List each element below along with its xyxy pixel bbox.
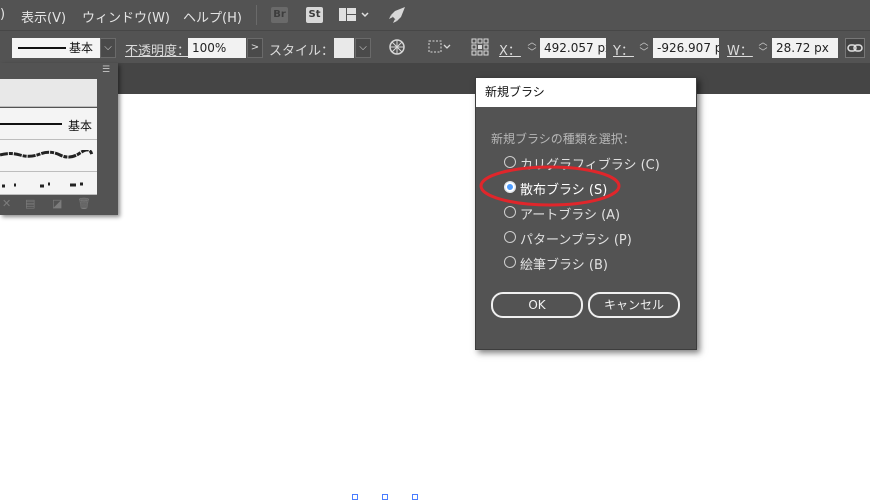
w-stepper-icon[interactable]: ︿ ﹀ [756,38,770,58]
recolor-globe-icon[interactable] [388,38,406,59]
bridge-icon[interactable]: Br [271,7,288,23]
opacity-label[interactable]: 不透明度： [125,40,190,59]
document-tab-strip [0,63,870,94]
menu-item-partial[interactable]: ) [0,7,5,22]
x-label: X： [499,44,521,59]
basic-stroke-preview [0,123,62,125]
selection-handle[interactable] [352,494,358,500]
remove-stroke-icon[interactable]: ✕ [2,197,11,210]
style-label: スタイル： [269,44,335,59]
w-input[interactable]: 28.72 px [772,38,838,58]
constrain-proportions-button[interactable] [845,38,865,58]
new-brush-icon[interactable]: ◪ [52,197,62,210]
style-dropdown[interactable]: ⌵ [355,38,371,58]
select-similar-icon[interactable] [428,40,452,57]
menu-item-help[interactable]: ヘルプ(H) [183,7,242,26]
radio-label: パターンブラシ (P) [520,233,632,248]
reference-point-icon[interactable] [471,38,489,59]
brush-row-basic[interactable]: 基本 [0,108,97,140]
new-brush-dialog: 新規ブラシ 新規ブラシの種類を選択： カリグラフィブラシ (C) 散布ブラシ (… [475,77,697,350]
highlight-ellipse-annotation [479,165,621,207]
cancel-button[interactable]: キャンセル [588,292,680,318]
radio-button[interactable] [504,256,516,268]
brushes-panel: ☰ 基本 ✕ ▤ ◪ 🗑 [0,63,118,215]
dialog-title: 新規ブラシ [476,78,696,107]
charcoal-stroke-preview [0,150,94,159]
chevron-down-icon: ⌵ [359,42,367,53]
gpu-rocket-icon[interactable] [388,6,406,27]
menu-divider [256,5,257,25]
opacity-input[interactable]: 100% [188,38,246,58]
y-input[interactable]: -926.907 px [653,38,719,58]
brush-row-scatter[interactable] [0,172,97,195]
radio-button[interactable] [504,231,516,243]
stroke-preview-line [18,47,66,49]
menu-item-view[interactable]: 表示(V) [21,7,66,26]
delete-brush-icon[interactable]: 🗑 [77,197,91,210]
link-icon [847,44,863,52]
stock-icon[interactable]: St [306,7,323,23]
control-bar: 基本 ⌵ 不透明度： 100% > スタイル： ⌵ X： ︿ ﹀ 492.057… [0,30,870,64]
x-stepper-icon[interactable]: ︿ ﹀ [525,38,539,58]
ok-button[interactable]: OK [491,292,583,318]
opacity-expand-button[interactable]: > [247,38,263,58]
scatter-stroke-preview [2,182,83,188]
selection-handle[interactable] [382,494,388,500]
selection-handle[interactable] [412,494,418,500]
w-label: W： [727,44,753,59]
brush-options-icon[interactable]: ▤ [25,197,35,210]
style-swatch[interactable] [334,38,354,58]
brush-library-header [0,79,97,107]
dialog-prompt: 新規ブラシの種類を選択： [491,132,635,146]
y-stepper-icon[interactable]: ︿ ﹀ [637,38,651,58]
x-input[interactable]: 492.057 px [540,38,606,58]
menu-bar: ) 表示(V) ウィンドウ(W) ヘルプ(H) Br St [0,0,870,30]
stroke-profile-label: 基本 [69,41,94,55]
brush-basic-label: 基本 [68,119,93,133]
brush-row-charcoal[interactable] [0,140,97,172]
radio-label: 絵筆ブラシ (B) [520,258,608,273]
y-label: Y： [613,44,634,59]
panel-menu-icon[interactable]: ☰ [102,65,110,75]
chevron-right-icon: > [250,42,260,53]
stroke-profile-dropdown[interactable]: ⌵ [100,38,116,58]
chevron-down-icon: ⌵ [104,42,112,53]
stroke-profile-field[interactable]: 基本 [12,38,100,58]
workspace-layout-icon[interactable] [339,8,369,25]
menu-item-window[interactable]: ウィンドウ(W) [82,7,170,26]
